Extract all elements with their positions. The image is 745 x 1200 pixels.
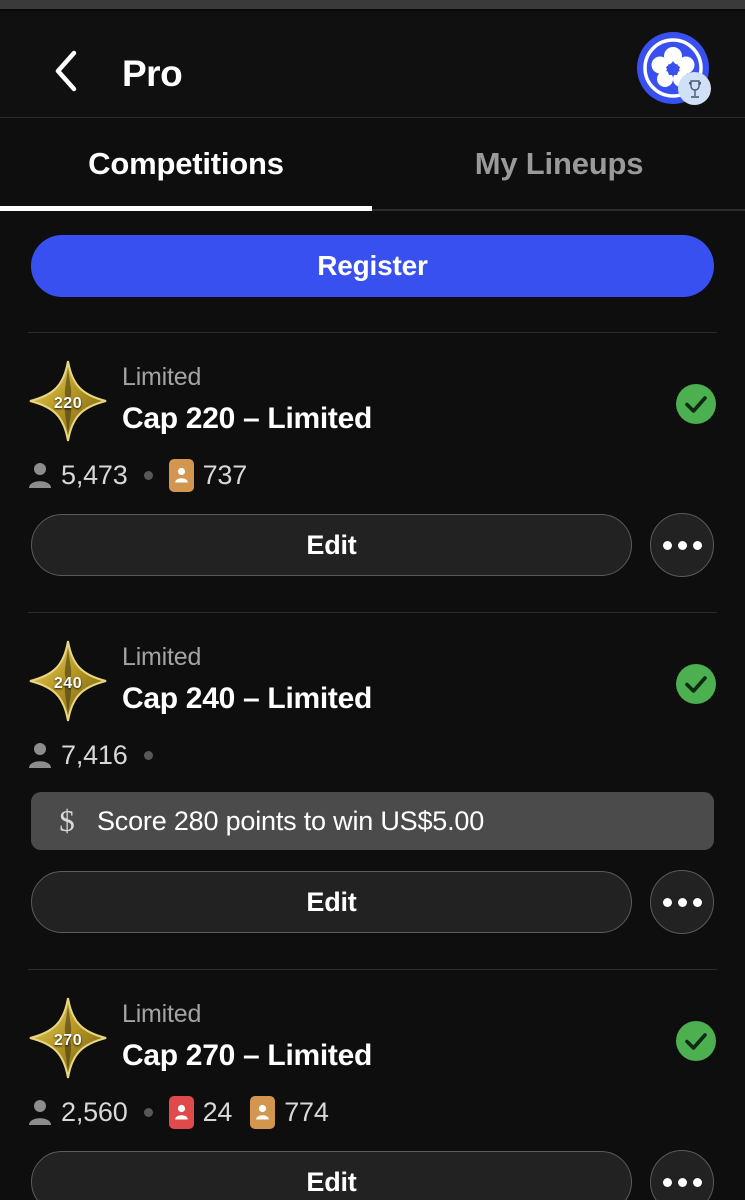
stat-separator-dot xyxy=(143,470,153,480)
more-options-button[interactable] xyxy=(650,513,714,577)
competition-title: Cap 220 – Limited xyxy=(122,402,372,435)
competition-actions: Edit xyxy=(0,1150,745,1200)
tab-active-indicator xyxy=(0,206,372,211)
cap-star-icon: 240 xyxy=(28,639,108,723)
stat-players: 7,416 xyxy=(28,740,128,771)
avatar[interactable] xyxy=(637,32,711,105)
red-card-icon xyxy=(168,1095,194,1129)
competition-subtitle: Limited xyxy=(122,643,202,671)
status-badge xyxy=(675,383,717,425)
tab-my-lineups[interactable]: My Lineups xyxy=(373,118,745,210)
check-circle-icon xyxy=(676,664,716,704)
trophy-badge-icon xyxy=(678,72,711,105)
competition-stats: 2,560 24 774 xyxy=(0,1094,745,1130)
stat-players: 2,560 xyxy=(28,1097,128,1128)
person-icon xyxy=(28,461,52,489)
competition-card: 220 Limited Cap 220 – Limited 5,473 737 … xyxy=(0,333,745,577)
cap-star-label: 270 xyxy=(53,1032,83,1049)
competition-actions: Edit xyxy=(0,870,745,934)
navbar: Pro xyxy=(0,11,745,118)
cap-star-icon: 220 xyxy=(28,359,108,443)
register-button[interactable]: Register xyxy=(31,235,714,297)
stat-orange-cards: 737 xyxy=(168,458,248,492)
competition-header: 240 Limited Cap 240 – Limited xyxy=(0,637,745,723)
stat-value: 5,473 xyxy=(61,459,128,490)
competition-text-block: Limited Cap 220 – Limited xyxy=(122,357,717,443)
competition-header: 220 Limited Cap 220 – Limited xyxy=(0,357,745,443)
competition-actions: Edit xyxy=(0,513,745,577)
check-circle-icon xyxy=(676,384,716,424)
competition-subtitle: Limited xyxy=(122,363,202,391)
cap-star-label: 220 xyxy=(53,395,83,412)
stat-separator-dot xyxy=(143,750,153,760)
more-horizontal-icon xyxy=(662,540,702,550)
stat-separator-dot xyxy=(143,1107,153,1117)
cap-star-icon: 270 xyxy=(28,996,108,1080)
tab-bar: Competitions My Lineups xyxy=(0,118,745,212)
stat-value: 2,560 xyxy=(61,1096,128,1127)
edit-button[interactable]: Edit xyxy=(31,871,632,933)
stat-value: 737 xyxy=(202,459,248,490)
check-circle-icon xyxy=(676,1021,716,1061)
person-icon xyxy=(28,1098,52,1126)
orange-card-icon xyxy=(168,458,194,492)
chevron-left-icon xyxy=(53,50,79,92)
browser-chrome-strip xyxy=(0,0,745,9)
competition-text-block: Limited Cap 240 – Limited xyxy=(122,637,717,723)
stat-players: 5,473 xyxy=(28,460,128,491)
more-horizontal-icon xyxy=(662,1177,702,1187)
prize-banner: $ Score 280 points to win US$5.00 xyxy=(31,792,714,850)
status-badge xyxy=(675,663,717,705)
more-options-button[interactable] xyxy=(650,870,714,934)
prize-text: Score 280 points to win US$5.00 xyxy=(97,805,485,836)
competition-subtitle: Limited xyxy=(122,1000,202,1028)
back-button[interactable] xyxy=(44,49,88,93)
content-area: Register 220 Limited Cap 220 – Limited 5… xyxy=(0,212,745,1200)
person-icon xyxy=(28,741,52,769)
competition-text-block: Limited Cap 270 – Limited xyxy=(122,994,717,1080)
competition-card: 240 Limited Cap 240 – Limited 7,416 $ Sc… xyxy=(0,613,745,934)
competition-stats: 7,416 xyxy=(0,737,745,773)
more-horizontal-icon xyxy=(662,897,702,907)
page-title: Pro xyxy=(122,53,183,94)
cap-star-label: 240 xyxy=(53,675,83,692)
stat-orange-cards: 774 xyxy=(250,1095,329,1129)
competition-card: 270 Limited Cap 270 – Limited 2,560 24 7… xyxy=(0,970,745,1200)
edit-button[interactable]: Edit xyxy=(31,1151,632,1200)
more-options-button[interactable] xyxy=(650,1150,714,1200)
register-section: Register xyxy=(0,212,745,297)
edit-button[interactable]: Edit xyxy=(31,514,632,576)
competition-title: Cap 270 – Limited xyxy=(122,1039,372,1072)
tab-competitions[interactable]: Competitions xyxy=(0,118,372,210)
stat-red-cards: 24 xyxy=(168,1095,233,1129)
stat-value: 7,416 xyxy=(61,739,128,770)
dollar-icon: $ xyxy=(59,803,75,838)
stat-value: 774 xyxy=(284,1096,329,1127)
status-badge xyxy=(675,1020,717,1062)
app-root: Pro Competitions My Lineups Register 220… xyxy=(0,0,745,1200)
stat-value: 24 xyxy=(202,1096,233,1127)
competition-header: 270 Limited Cap 270 – Limited xyxy=(0,994,745,1080)
competition-title: Cap 240 – Limited xyxy=(122,682,372,715)
orange-card-icon xyxy=(250,1095,276,1129)
competition-stats: 5,473 737 xyxy=(0,457,745,493)
